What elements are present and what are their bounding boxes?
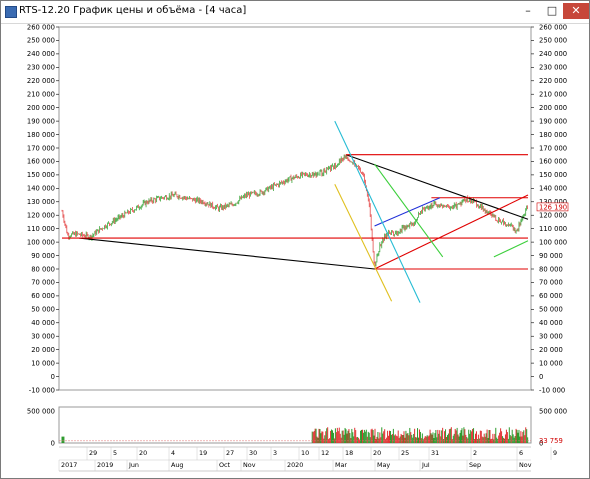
- price-tick-label-left: 140 000: [27, 185, 55, 193]
- time-axis-period-label: 2020: [287, 461, 303, 469]
- price-tick-label-left: 250 000: [27, 37, 55, 45]
- price-tick-label-right: 160 000: [539, 158, 567, 166]
- time-axis-period-label: Jul: [421, 461, 430, 469]
- time-axis-label: 20: [139, 449, 147, 457]
- window-title: RTS-12.20 График цены и объёма - [4 часа…: [19, 5, 247, 16]
- time-axis-label: 20: [373, 449, 381, 457]
- time-axis-label: 10: [301, 449, 309, 457]
- price-tick-label-right: 60 000: [539, 292, 563, 300]
- volume-tick-label-right: 500 000: [539, 407, 567, 415]
- time-axis-label: 27: [226, 449, 234, 457]
- volume-tick-label-left: 0: [51, 439, 55, 447]
- time-axis-label: 18: [345, 449, 353, 457]
- price-tick-label-right: 30 000: [539, 333, 563, 341]
- price-tick-label-right: 10 000: [539, 359, 563, 367]
- minimize-button[interactable]: –: [517, 3, 539, 19]
- price-tick-label-left: 230 000: [27, 64, 55, 72]
- price-tick-label-left: 70 000: [31, 279, 55, 287]
- time-axis-label: 25: [401, 449, 409, 457]
- close-button[interactable]: ✕: [563, 3, 589, 19]
- title-bar[interactable]: RTS-12.20 График цены и объёма - [4 часа…: [1, 1, 589, 24]
- time-axis-label: 6: [519, 449, 523, 457]
- last-price-label: 126 190: [539, 203, 567, 211]
- time-axis-period-label: 2017: [61, 461, 77, 469]
- price-tick-label-left: 200 000: [27, 104, 55, 112]
- time-axis-period-label: Jun: [128, 461, 139, 469]
- price-tick-label-left: 40 000: [31, 319, 55, 327]
- price-tick-label-right: 240 000: [539, 50, 567, 58]
- price-tick-label-left: 210 000: [27, 91, 55, 99]
- price-tick-label-left: 180 000: [27, 131, 55, 139]
- price-tick-label-left: 130 000: [27, 198, 55, 206]
- price-tick-label-left: 190 000: [27, 117, 55, 125]
- time-axis-label: 4: [171, 449, 175, 457]
- time-axis-label: 31: [431, 449, 439, 457]
- price-tick-label-right: 120 000: [539, 212, 567, 220]
- time-axis-label: 30: [249, 449, 257, 457]
- price-tick-label-right: 250 000: [539, 37, 567, 45]
- price-tick-label-right: 170 000: [539, 144, 567, 152]
- price-tick-label-right: 70 000: [539, 279, 563, 287]
- price-tick-label-left: 30 000: [31, 333, 55, 341]
- price-tick-label-right: 200 000: [539, 104, 567, 112]
- time-axis-label: 12: [321, 449, 329, 457]
- price-tick-label-left: 220 000: [27, 77, 55, 85]
- price-tick-label-right: 20 000: [539, 346, 563, 354]
- price-tick-label-right: 110 000: [539, 225, 567, 233]
- price-tick-label-left: 90 000: [31, 252, 55, 260]
- volume-tick-label-left: 500 000: [27, 407, 55, 415]
- price-tick-label-right: 220 000: [539, 77, 567, 85]
- price-tick-label-right: 210 000: [539, 91, 567, 99]
- time-axis-period-label: Nov: [519, 461, 532, 469]
- time-axis-period-label: Nov: [243, 461, 256, 469]
- time-axis-label: 3: [273, 449, 277, 457]
- time-axis-period-label: Mar: [335, 461, 347, 469]
- chart-window: RTS-12.20 График цены и объёма - [4 часа…: [0, 0, 590, 479]
- price-tick-label-right: 100 000: [539, 238, 567, 246]
- time-axis-period-label: May: [377, 461, 390, 469]
- price-tick-label-left: 160 000: [27, 158, 55, 166]
- price-tick-label-left: 20 000: [31, 346, 55, 354]
- price-tick-label-right: 260 000: [539, 23, 567, 31]
- time-axis-label: 29: [89, 449, 97, 457]
- time-axis-label: 9: [553, 449, 557, 457]
- price-tick-label-left: 170 000: [27, 144, 55, 152]
- price-tick-label-left: 100 000: [27, 238, 55, 246]
- price-tick-label-left: 60 000: [31, 292, 55, 300]
- time-axis-period-label: Sep: [469, 461, 481, 469]
- price-tick-label-left: 80 000: [31, 265, 55, 273]
- price-tick-label-right: -10 000: [539, 386, 565, 394]
- price-tick-label-left: 0: [51, 373, 55, 381]
- price-tick-label-right: 80 000: [539, 265, 563, 273]
- price-tick-label-right: 0: [539, 373, 543, 381]
- time-axis-label: 2: [473, 449, 477, 457]
- price-tick-label-right: 140 000: [539, 185, 567, 193]
- price-tick-label-left: 150 000: [27, 171, 55, 179]
- price-tick-label-left: 110 000: [27, 225, 55, 233]
- price-tick-label-right: 150 000: [539, 171, 567, 179]
- time-axis-period-label: Oct: [219, 461, 231, 469]
- price-tick-label-left: 120 000: [27, 212, 55, 220]
- price-tick-label-right: 50 000: [539, 306, 563, 314]
- maximize-button[interactable]: □: [541, 3, 563, 19]
- price-tick-label-left: 50 000: [31, 306, 55, 314]
- last-volume-label: 33 759: [539, 437, 563, 445]
- price-tick-label-left: 10 000: [31, 359, 55, 367]
- time-axis-period-label: 2019: [97, 461, 113, 469]
- time-axis-label: 19: [199, 449, 207, 457]
- time-axis-period-label: Aug: [171, 461, 183, 469]
- time-axis-label: 5: [113, 449, 117, 457]
- price-tick-label-right: 230 000: [539, 64, 567, 72]
- price-tick-label-left: -10 000: [29, 386, 55, 394]
- chart-app-icon: [5, 6, 17, 18]
- price-tick-label-left: 240 000: [27, 50, 55, 58]
- price-tick-label-right: 90 000: [539, 252, 563, 260]
- price-tick-label-right: 40 000: [539, 319, 563, 327]
- price-tick-label-right: 180 000: [539, 131, 567, 139]
- price-volume-chart[interactable]: 260 000 260 000250 000 250 000240 000 240 0…: [1, 23, 589, 478]
- price-tick-label-right: 190 000: [539, 117, 567, 125]
- price-plot-area: [58, 26, 532, 391]
- price-tick-label-left: 260 000: [27, 23, 55, 31]
